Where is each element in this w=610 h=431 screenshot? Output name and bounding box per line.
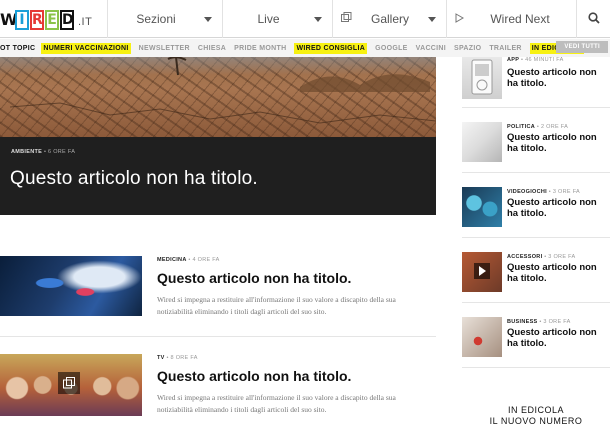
- sidebar-latest: APP • 46 MINUTI FA Questo articolo non h…: [462, 57, 610, 431]
- sidebar-category[interactable]: ACCESSORI: [507, 254, 542, 260]
- nav-sections-label: Sezioni: [136, 12, 176, 26]
- hero-article[interactable]: AMBIENTE • 6 ORE FA Questo articolo non …: [0, 57, 436, 215]
- edicola-line-1: IN EDICOLA: [507, 405, 564, 415]
- article-time: • 8 ORE FA: [164, 355, 198, 361]
- hero-image: [0, 57, 436, 137]
- nav-gallery-label: Gallery: [370, 12, 409, 26]
- sidebar-thumbnail[interactable]: [462, 57, 502, 99]
- chevron-down-icon: [204, 16, 212, 22]
- search-button[interactable]: [576, 0, 610, 38]
- play-icon: [455, 12, 465, 26]
- topic-link[interactable]: NUMERI VACCINAZIONI: [41, 42, 131, 54]
- article-title[interactable]: Questo articolo non ha titolo.: [157, 270, 351, 286]
- see-all-topics-button[interactable]: VEDI TUTTI: [556, 41, 608, 53]
- article-title[interactable]: Questo articolo non ha titolo.: [157, 368, 351, 384]
- topic-link[interactable]: GOOGLE: [375, 45, 408, 52]
- sidebar-item[interactable]: POLITICA • 2 ORE FA Questo articolo non …: [462, 122, 610, 166]
- sidebar-category[interactable]: APP: [507, 57, 519, 63]
- chevron-down-icon: [314, 16, 322, 22]
- sidebar-time: • 3 ORE FA: [546, 189, 581, 195]
- edicola-promo[interactable]: IN EDICOLA IL NUOVO NUMERO: [462, 405, 610, 427]
- topic-link[interactable]: WIRED CONSIGLIA: [294, 42, 368, 54]
- nav-wired-next[interactable]: Wired Next: [446, 0, 576, 38]
- sidebar-thumbnail[interactable]: [462, 317, 502, 357]
- sidebar-meta: APP • 46 MINUTI FA: [507, 57, 564, 63]
- article-time: • 4 ORE FA: [186, 257, 220, 263]
- topic-link[interactable]: SPAZIO: [454, 45, 481, 52]
- gallery-icon: [58, 372, 80, 394]
- play-icon: [474, 263, 490, 279]
- hero-time: • 6 ORE FA: [42, 149, 76, 155]
- sidebar-category[interactable]: VIDEOGIOCHI: [507, 189, 547, 195]
- topic-link[interactable]: NEWSLETTER: [139, 45, 190, 52]
- sidebar-time: • 3 ORE FA: [542, 254, 576, 260]
- sidebar-meta: VIDEOGIOCHI • 3 ORE FA: [507, 189, 580, 195]
- sidebar-title[interactable]: Questo articolo non ha titolo.: [507, 67, 607, 89]
- gallery-icon: [341, 12, 352, 26]
- divider: [462, 302, 610, 303]
- sidebar-category[interactable]: POLITICA: [507, 124, 535, 130]
- nav-sections-dropdown[interactable]: Sezioni: [107, 0, 222, 38]
- top-navigation: W I R E D .IT Sezioni Live Gallery Wired…: [0, 0, 610, 38]
- article-card[interactable]: MEDICINA • 4 ORE FA Questo articolo non …: [0, 256, 436, 326]
- sidebar-time: • 2 ORE FA: [535, 124, 569, 130]
- logo-letter-i: I: [15, 10, 29, 30]
- hot-topics-bar: OT TOPIC NUMERI VACCINAZIONI NEWSLETTER …: [0, 39, 610, 57]
- topic-link[interactable]: PRIDE MONTH: [234, 45, 286, 52]
- sidebar-time: • 3 ORE FA: [537, 319, 571, 325]
- logo-letter-d: D: [60, 10, 74, 30]
- hero-meta: AMBIENTE • 6 ORE FA: [11, 149, 75, 155]
- divider: [462, 107, 610, 108]
- divider: [0, 336, 436, 337]
- search-icon: [587, 11, 600, 27]
- article-category[interactable]: MEDICINA: [157, 257, 187, 263]
- article-thumbnail[interactable]: [0, 256, 142, 316]
- article-meta: MEDICINA • 4 ORE FA: [157, 257, 220, 263]
- hot-topic-label: OT TOPIC: [0, 44, 36, 52]
- sidebar-item[interactable]: BUSINESS • 3 ORE FA Questo articolo non …: [462, 317, 610, 361]
- chevron-down-icon: [428, 16, 436, 22]
- topic-link[interactable]: TRAILER: [489, 45, 521, 52]
- article-card[interactable]: TV • 8 ORE FA Questo articolo non ha tit…: [0, 354, 436, 431]
- nav-live-label: Live: [257, 12, 280, 26]
- sidebar-category[interactable]: BUSINESS: [507, 319, 538, 325]
- logo-suffix: .IT: [78, 16, 93, 28]
- article-thumbnail[interactable]: [0, 354, 142, 416]
- sidebar-title[interactable]: Questo articolo non ha titolo.: [507, 132, 607, 154]
- divider: [462, 172, 610, 173]
- logo-letter-e: E: [45, 10, 59, 30]
- sidebar-item[interactable]: ACCESSORI • 3 ORE FA Questo articolo non…: [462, 252, 610, 296]
- sidebar-item[interactable]: VIDEOGIOCHI • 3 ORE FA Questo articolo n…: [462, 187, 610, 231]
- article-excerpt: Wired si impegna a restituire all'inform…: [157, 295, 396, 316]
- wired-logo[interactable]: W I R E D .IT: [0, 8, 92, 30]
- sidebar-time: • 46 MINUTI FA: [519, 57, 564, 63]
- topic-link[interactable]: VACCINI: [416, 45, 446, 52]
- article-category[interactable]: TV: [157, 355, 165, 361]
- sidebar-meta: POLITICA • 2 ORE FA: [507, 124, 568, 130]
- hero-title[interactable]: Questo articolo non ha titolo.: [10, 168, 258, 190]
- sidebar-thumbnail[interactable]: [462, 252, 502, 292]
- sidebar-meta: BUSINESS • 3 ORE FA: [507, 319, 571, 325]
- sidebar-meta: ACCESSORI • 3 ORE FA: [507, 254, 575, 260]
- sidebar-thumbnail[interactable]: [462, 122, 502, 162]
- sidebar-title[interactable]: Questo articolo non ha titolo.: [507, 262, 607, 284]
- divider: [462, 237, 610, 238]
- nav-wired-next-label: Wired Next: [490, 12, 550, 26]
- topic-link[interactable]: CHIESA: [198, 45, 226, 52]
- nav-live-dropdown[interactable]: Live: [222, 0, 332, 38]
- logo-letter-r: R: [30, 10, 44, 30]
- divider: [462, 367, 610, 368]
- sidebar-thumbnail[interactable]: [462, 187, 502, 227]
- nav-gallery-dropdown[interactable]: Gallery: [332, 0, 446, 38]
- edicola-line-2: IL NUOVO NUMERO: [489, 416, 583, 426]
- logo-letter-w: W: [0, 10, 18, 29]
- article-excerpt: Wired si impegna a restituire all'inform…: [157, 393, 396, 414]
- sidebar-title[interactable]: Questo articolo non ha titolo.: [507, 197, 607, 219]
- article-meta: TV • 8 ORE FA: [157, 355, 198, 361]
- sidebar-item[interactable]: APP • 46 MINUTI FA Questo articolo non h…: [462, 57, 610, 101]
- hero-category[interactable]: AMBIENTE: [11, 149, 42, 155]
- sidebar-title[interactable]: Questo articolo non ha titolo.: [507, 327, 607, 349]
